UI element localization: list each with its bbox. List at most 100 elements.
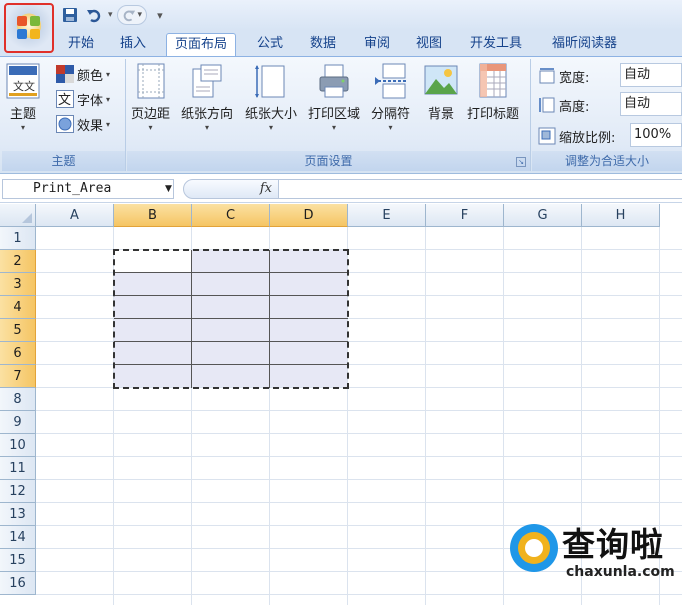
tab-page-layout[interactable]: 页面布局 <box>166 33 237 56</box>
undo-dropdown-icon[interactable]: ▾ <box>108 10 113 20</box>
orientation-button[interactable]: 纸张方向 ▾ <box>181 63 233 132</box>
page-setup-group-label: 页面设置 <box>127 151 530 171</box>
tab-data[interactable]: 数据 <box>302 33 344 56</box>
themes-group: 文文 主题 ▾ 颜色 ▾ 文 字体 ▾ 效果 ▾ 主题 <box>2 59 126 171</box>
row-header-9[interactable]: 9 <box>0 411 36 434</box>
page-setup-dialog-launcher-icon[interactable]: ↘ <box>516 157 526 167</box>
row-header-6[interactable]: 6 <box>0 342 36 365</box>
print-area-marquee <box>113 249 349 389</box>
row-header-13[interactable]: 13 <box>0 503 36 526</box>
column-header-e[interactable]: E <box>348 204 426 227</box>
column-header-h[interactable]: H <box>582 204 660 227</box>
gridline <box>36 433 682 434</box>
row-header-4[interactable]: 4 <box>0 296 36 319</box>
name-box-dropdown-icon[interactable]: ▼ <box>165 184 172 194</box>
width-select[interactable]: 自动 <box>620 63 682 87</box>
margins-dropdown-icon: ▾ <box>148 123 153 132</box>
formula-input[interactable] <box>279 179 682 199</box>
office-button[interactable] <box>4 3 54 53</box>
title-bar: ▾ ▾ ▾ <box>0 0 682 31</box>
print-area-dropdown-icon: ▾ <box>332 123 337 132</box>
height-icon <box>538 96 556 114</box>
scale-to-fit-group-label: 调整为合适大小 <box>532 151 682 171</box>
theme-colors-button[interactable]: 颜色 ▾ <box>56 63 110 85</box>
insert-function-icon[interactable]: fx <box>260 181 272 196</box>
page-size-label: 纸张大小 <box>245 107 298 122</box>
column-header-c[interactable]: C <box>192 204 270 227</box>
theme-fonts-label: 字体 <box>77 93 104 109</box>
row-header-14[interactable]: 14 <box>0 526 36 549</box>
theme-fonts-button[interactable]: 文 字体 ▾ <box>56 88 110 110</box>
row-header-10[interactable]: 10 <box>0 434 36 457</box>
row-header-1[interactable]: 1 <box>0 227 36 250</box>
column-header-d[interactable]: D <box>270 204 348 227</box>
theme-effects-label: 效果 <box>77 118 104 134</box>
print-area-button[interactable]: 打印区域 ▾ <box>308 63 360 132</box>
column-header-g[interactable]: G <box>504 204 582 227</box>
save-icon[interactable] <box>60 5 80 25</box>
width-icon <box>538 67 556 85</box>
formula-tools: fx <box>183 179 279 199</box>
themes-button[interactable]: 文文 主题 ▾ <box>6 63 40 132</box>
column-header-a[interactable]: A <box>36 204 114 227</box>
print-titles-icon <box>476 63 510 99</box>
gridline <box>36 502 682 503</box>
breaks-icon <box>374 63 408 99</box>
height-select[interactable]: 自动 <box>620 92 682 116</box>
print-area-icon <box>317 63 351 99</box>
svg-text:文文: 文文 <box>13 79 35 93</box>
width-row: 宽度: <box>538 65 589 87</box>
watermark-badge-icon <box>510 524 558 572</box>
quick-access-toolbar: ▾ ▾ ▾ <box>60 4 163 26</box>
row-header-7[interactable]: 7 <box>0 365 36 388</box>
background-icon <box>424 63 458 99</box>
tab-formulas[interactable]: 公式 <box>249 33 291 56</box>
page-size-icon <box>254 63 288 99</box>
row-header-12[interactable]: 12 <box>0 480 36 503</box>
orientation-dropdown-icon: ▾ <box>205 123 210 132</box>
tab-review[interactable]: 审阅 <box>356 33 398 56</box>
redo-button[interactable]: ▾ <box>116 5 148 25</box>
page-setup-group: 页边距 ▾ 纸张方向 ▾ 纸张大小 ▾ 打印区域 ▾ 分隔符 ▾ 背景 打印标题… <box>127 59 531 171</box>
themes-dropdown-icon: ▾ <box>20 123 25 132</box>
themes-group-label: 主题 <box>2 151 125 171</box>
theme-effects-icon <box>56 115 74 133</box>
undo-icon[interactable] <box>84 5 104 25</box>
column-header-b[interactable]: B <box>114 204 192 227</box>
page-size-button[interactable]: 纸张大小 ▾ <box>245 63 297 132</box>
print-titles-button[interactable]: 打印标题 <box>467 63 519 122</box>
gridline <box>36 594 682 595</box>
watermark-url: chaxunla.com <box>566 564 675 580</box>
background-button[interactable]: 背景 <box>424 63 458 122</box>
width-label: 宽度: <box>559 70 590 86</box>
row-header-16[interactable]: 16 <box>0 572 36 595</box>
select-all-button[interactable] <box>0 204 36 227</box>
row-header-5[interactable]: 5 <box>0 319 36 342</box>
redo-dropdown-icon: ▾ <box>137 10 143 20</box>
print-titles-label: 打印标题 <box>467 107 520 122</box>
height-label: 高度: <box>559 99 590 115</box>
height-row: 高度: <box>538 94 589 116</box>
tab-home[interactable]: 开始 <box>60 33 102 56</box>
margins-button[interactable]: 页边距 ▾ <box>131 63 170 132</box>
watermark-title: 查询啦 <box>562 525 664 564</box>
tab-foxit-reader[interactable]: 福昕阅读器 <box>544 33 625 56</box>
column-header-f[interactable]: F <box>426 204 504 227</box>
margins-icon <box>134 63 168 99</box>
breaks-button[interactable]: 分隔符 ▾ <box>371 63 410 132</box>
row-header-15[interactable]: 15 <box>0 549 36 572</box>
row-header-11[interactable]: 11 <box>0 457 36 480</box>
tab-view[interactable]: 视图 <box>408 33 450 56</box>
customize-qat-icon[interactable]: ▾ <box>157 9 163 22</box>
name-box[interactable]: Print_Area <box>2 179 174 199</box>
row-header-3[interactable]: 3 <box>0 273 36 296</box>
themes-icon: 文文 <box>6 63 40 99</box>
scale-input[interactable]: 100% <box>630 123 682 147</box>
breaks-dropdown-icon: ▾ <box>388 123 393 132</box>
tab-developer[interactable]: 开发工具 <box>462 33 530 56</box>
tab-insert[interactable]: 插入 <box>112 33 154 56</box>
ribbon-tabs: 开始 插入 页面布局 公式 数据 审阅 视图 开发工具 福昕阅读器 <box>0 31 682 56</box>
row-header-2[interactable]: 2 <box>0 250 36 273</box>
theme-effects-button[interactable]: 效果 ▾ <box>56 113 110 135</box>
row-header-8[interactable]: 8 <box>0 388 36 411</box>
